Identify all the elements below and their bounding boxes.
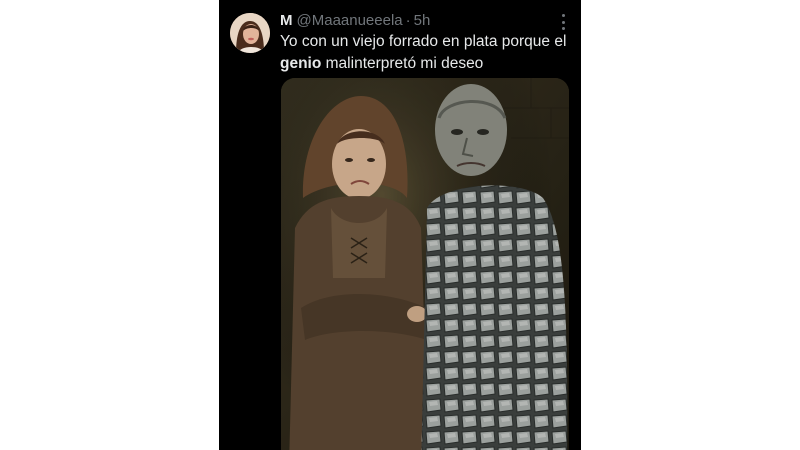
tweet-text-bold: genio: [280, 55, 322, 72]
tweet-header: M @Maaanueeela · 5h: [280, 11, 551, 31]
tweet-text: Yo con un viejo forrado en plata porque …: [280, 31, 575, 75]
timestamp[interactable]: 5h: [414, 11, 431, 31]
avatar-image: [230, 13, 270, 53]
more-vertical-icon[interactable]: [559, 14, 567, 30]
tweet-text-part2: malinterpretó mi deseo: [321, 55, 484, 72]
separator-dot: ·: [405, 12, 411, 29]
tweet-screen: M @Maaanueeela · 5h Yo con un viejo forr…: [219, 0, 581, 450]
author-handle[interactable]: @Maaanueeela: [297, 11, 403, 31]
tweet-text-part1: Yo con un viejo forrado en plata porque …: [280, 33, 567, 50]
painting-illustration: [281, 78, 569, 450]
avatar[interactable]: [230, 13, 270, 53]
tweet-media-image[interactable]: [281, 78, 569, 450]
author-name[interactable]: M: [280, 11, 293, 31]
